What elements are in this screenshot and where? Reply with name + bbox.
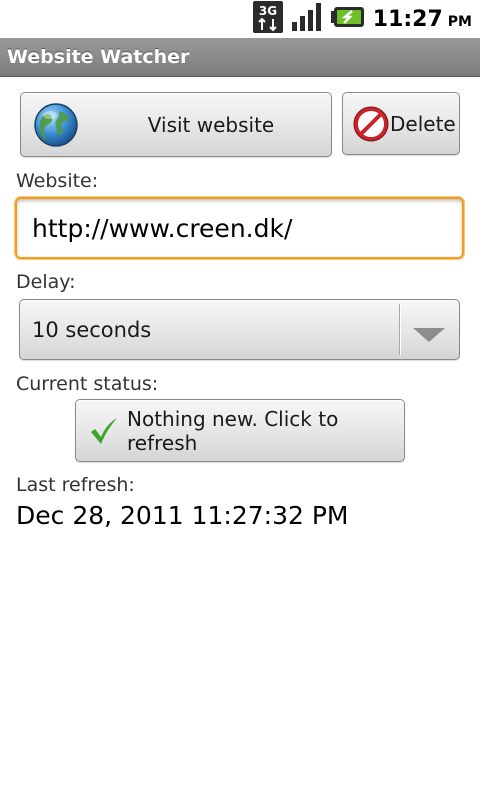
last-refresh-value: Dec 28, 2011 11:27:32 PM (16, 501, 349, 530)
website-label: Website: (16, 170, 99, 192)
last-refresh-label: Last refresh: (16, 474, 135, 496)
visit-website-button[interactable]: Visit website (20, 92, 332, 157)
delete-label: Delete (390, 111, 456, 136)
delay-spinner[interactable]: 10 seconds (19, 299, 460, 360)
delete-button[interactable]: Delete (342, 92, 460, 155)
status-icons: 3G 11:27 PM (245, 0, 472, 38)
globe-icon (33, 102, 79, 153)
checkmark-icon (90, 417, 118, 450)
website-url-input[interactable] (15, 197, 464, 259)
spinner-divider (399, 304, 400, 355)
status-clock: 11:27 PM (373, 7, 472, 32)
battery-charging-icon (330, 6, 365, 32)
refresh-status-button[interactable]: Nothing new. Click to refresh (75, 399, 405, 462)
refresh-status-label: Nothing new. Click to refresh (127, 406, 339, 455)
clock-ampm: PM (447, 13, 472, 30)
network-type-label: 3G (259, 4, 277, 18)
app-title: Website Watcher (7, 46, 190, 68)
signal-strength-icon (291, 2, 323, 36)
dropdown-arrow-icon (413, 324, 445, 348)
status-bar: 3G 11:27 PM (0, 0, 480, 38)
delay-label: Delay: (16, 271, 76, 293)
visit-website-label: Visit website (147, 112, 275, 137)
clock-time: 11:27 (372, 6, 443, 32)
title-bar: Website Watcher (0, 38, 480, 77)
current-status-label: Current status: (16, 373, 159, 395)
3g-data-icon: 3G (252, 1, 283, 37)
delete-no-entry-icon (353, 106, 389, 147)
delay-selected-value: 10 seconds (32, 317, 152, 342)
